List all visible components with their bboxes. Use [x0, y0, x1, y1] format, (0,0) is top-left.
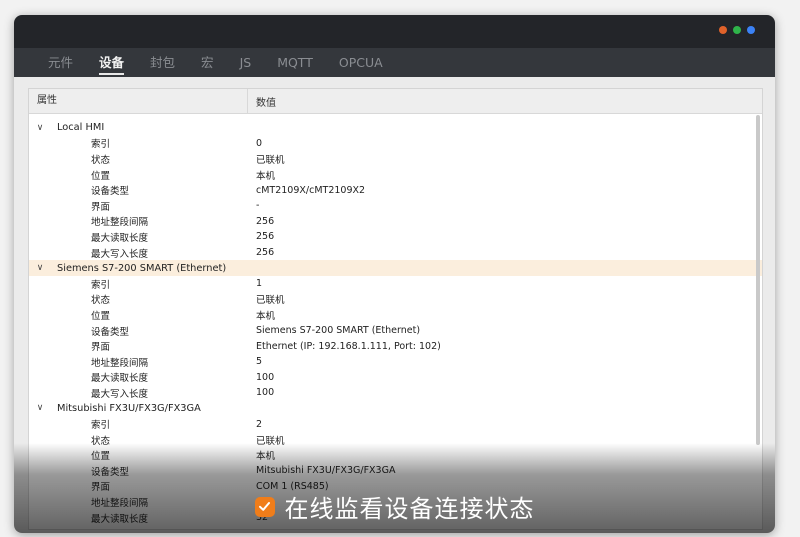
- property-row[interactable]: 设备类型 Mitsubishi FX3U/FX3G/FX3GA: [29, 463, 762, 479]
- property-row[interactable]: 最大读取长度 256: [29, 229, 762, 245]
- property-key: 索引: [91, 279, 111, 291]
- tab-5[interactable]: MQTT: [277, 48, 313, 77]
- device-name: Local HMI: [57, 122, 105, 134]
- property-value: 5: [256, 356, 263, 368]
- property-row[interactable]: 地址整段间隔 5: [29, 354, 762, 370]
- property-value: 256: [256, 215, 275, 227]
- property-key: 最大读取长度: [91, 373, 149, 385]
- property-row[interactable]: 索引 2: [29, 416, 762, 432]
- chevron-down-icon[interactable]: ∨: [35, 123, 45, 133]
- property-key: 设备类型: [91, 186, 130, 198]
- property-key: 最大写入长度: [91, 388, 149, 400]
- tab-3[interactable]: 宏: [201, 48, 214, 77]
- column-header-value[interactable]: 数值: [248, 94, 276, 109]
- device-name: Siemens S7-200 SMART (Ethernet): [57, 262, 227, 274]
- tab-2[interactable]: 封包: [150, 48, 175, 77]
- property-key: 状态: [91, 154, 111, 166]
- property-key: 位置: [91, 451, 111, 463]
- property-value: 100: [256, 387, 275, 399]
- device-group-cell: ∨ Siemens S7-200 SMART (Ethernet): [29, 263, 248, 274]
- property-key: 设备类型: [91, 466, 130, 478]
- property-value: 100: [256, 371, 275, 383]
- tab-0[interactable]: 元件: [48, 48, 73, 77]
- property-row[interactable]: 最大写入长度 256: [29, 245, 762, 261]
- property-value: 已联机: [256, 154, 285, 166]
- vertical-scrollbar[interactable]: [756, 115, 760, 445]
- property-key: 状态: [91, 435, 111, 447]
- tab-4[interactable]: JS: [240, 48, 252, 77]
- caption-banner: 在线监看设备连接状态: [14, 489, 775, 524]
- property-key: 界面: [91, 201, 111, 213]
- device-group-cell: ∨ Local HMI: [29, 122, 248, 133]
- property-value: 本机: [256, 170, 276, 182]
- property-key: 位置: [91, 170, 111, 182]
- property-value: Siemens S7-200 SMART (Ethernet): [256, 325, 421, 337]
- property-key: 最大读取长度: [91, 232, 149, 244]
- caption-text: 在线监看设备连接状态: [284, 495, 535, 523]
- content-area: 属性 数值 ∨ Local HMI 索引 0 状态 已联机 位置 本机 设备类型 cMT2109X…: [14, 77, 775, 533]
- property-key: 索引: [91, 420, 111, 432]
- property-key: 地址整段间隔: [91, 217, 149, 229]
- property-value: 已联机: [256, 295, 285, 307]
- window-close-button[interactable]: [719, 26, 727, 34]
- property-value: 1: [256, 278, 263, 290]
- property-row[interactable]: 索引 1: [29, 276, 762, 292]
- property-row[interactable]: 地址整段间隔 256: [29, 214, 762, 230]
- window-controls: [719, 26, 755, 34]
- property-row[interactable]: 索引 0: [29, 136, 762, 152]
- property-row[interactable]: 状态 已联机: [29, 292, 762, 308]
- property-row[interactable]: 位置 本机: [29, 167, 762, 183]
- column-header-property[interactable]: 属性: [29, 89, 248, 113]
- title-bar: [14, 15, 775, 48]
- property-row[interactable]: 设备类型 cMT2109X/cMT2109X2: [29, 182, 762, 198]
- tab-6[interactable]: OPCUA: [339, 48, 383, 77]
- property-row[interactable]: 位置 本机: [29, 307, 762, 323]
- property-row[interactable]: 最大写入长度 100: [29, 385, 762, 401]
- property-row[interactable]: 位置 本机: [29, 447, 762, 463]
- device-name: Mitsubishi FX3U/FX3G/FX3GA: [57, 402, 201, 414]
- property-value: 已联机: [256, 435, 285, 447]
- property-key: 最大写入长度: [91, 248, 149, 260]
- property-row[interactable]: 界面 -: [29, 198, 762, 214]
- property-key: 状态: [91, 295, 111, 307]
- property-row[interactable]: 最大读取长度 100: [29, 370, 762, 386]
- property-value: 0: [256, 137, 263, 149]
- window-minimize-button[interactable]: [733, 26, 741, 34]
- property-value: 256: [256, 247, 275, 259]
- device-group-cell: ∨ Mitsubishi FX3U/FX3G/FX3GA: [29, 403, 248, 414]
- property-key: 地址整段间隔: [91, 357, 149, 369]
- property-key: 索引: [91, 139, 111, 151]
- window-maximize-button[interactable]: [747, 26, 755, 34]
- property-value: 2: [256, 418, 263, 430]
- device-group-row[interactable]: ∨ Siemens S7-200 SMART (Ethernet): [29, 260, 762, 276]
- property-value: 本机: [256, 451, 276, 463]
- property-row[interactable]: 状态 已联机: [29, 432, 762, 448]
- property-key: 设备类型: [91, 326, 130, 338]
- chevron-down-icon[interactable]: ∨: [35, 403, 45, 413]
- device-group-row[interactable]: ∨ Mitsubishi FX3U/FX3G/FX3GA: [29, 401, 762, 417]
- app-window: 元件 设备 封包宏 JS MQTT OPCUA 属性 数值 ∨ Local HMI 索引 0 状态…: [14, 15, 775, 533]
- tab-bar: 元件 设备 封包宏 JS MQTT OPCUA: [14, 48, 775, 77]
- table-body: ∨ Local HMI 索引 0 状态 已联机 位置 本机 设备类型 cMT2109X/cMT21…: [29, 114, 762, 525]
- property-row[interactable]: 设备类型 Siemens S7-200 SMART (Ethernet): [29, 323, 762, 339]
- check-icon: [254, 496, 275, 517]
- tab-1[interactable]: 设备: [99, 48, 125, 77]
- property-value: 本机: [256, 310, 276, 322]
- device-group-row[interactable]: ∨ Local HMI: [29, 120, 762, 136]
- chevron-down-icon[interactable]: ∨: [35, 263, 45, 273]
- property-key: 位置: [91, 310, 111, 322]
- device-property-table: 属性 数值 ∨ Local HMI 索引 0 状态 已联机 位置 本机 设备类型 cMT2109X…: [28, 88, 763, 530]
- property-value: 256: [256, 231, 275, 243]
- table-header: 属性 数值: [29, 89, 762, 114]
- property-value: -: [256, 200, 260, 212]
- property-row[interactable]: 状态 已联机: [29, 151, 762, 167]
- property-value: Ethernet (IP: 192.168.1.111, Port: 102): [256, 340, 441, 352]
- property-key: 界面: [91, 342, 111, 354]
- property-value: cMT2109X/cMT2109X2: [256, 184, 366, 196]
- property-value: Mitsubishi FX3U/FX3G/FX3GA: [256, 465, 396, 477]
- property-row[interactable]: 界面 Ethernet (IP: 192.168.1.111, Port: 102…: [29, 338, 762, 354]
